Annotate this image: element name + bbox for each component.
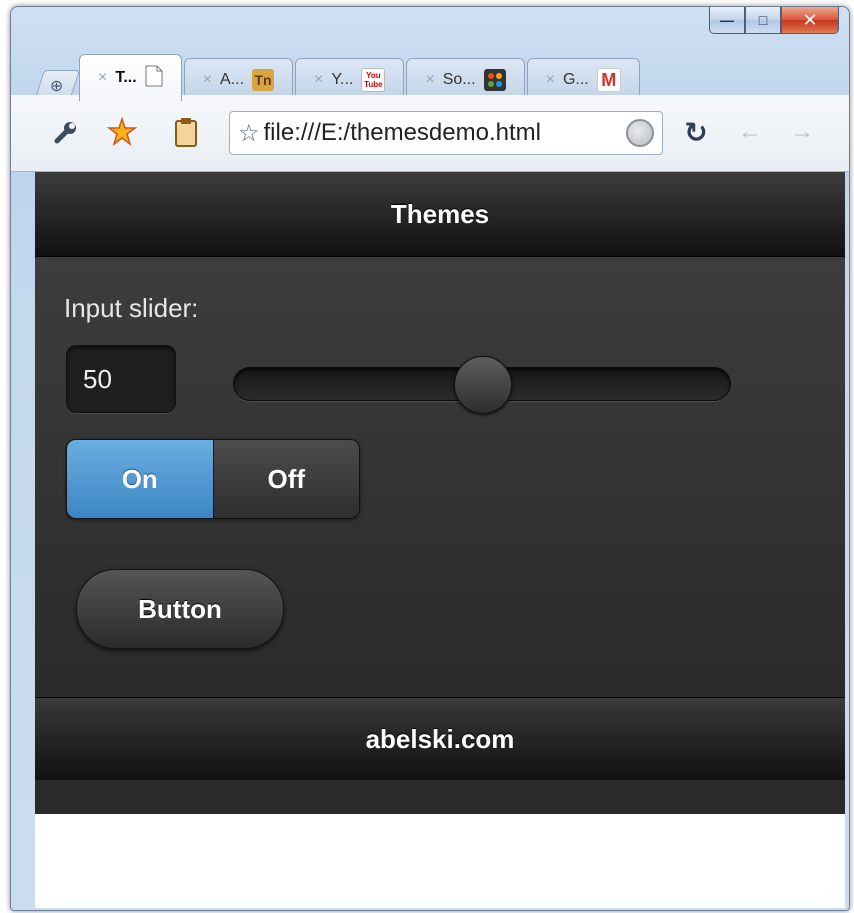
- tab-label: Y...: [331, 71, 354, 88]
- main-button[interactable]: Button: [76, 569, 284, 649]
- tab-label: G...: [562, 71, 589, 88]
- tn-favicon: Tn: [252, 69, 275, 91]
- tab-close-icon[interactable]: ×: [314, 71, 323, 89]
- page-bottom-bar: [35, 780, 845, 814]
- minimize-button[interactable]: —: [709, 7, 745, 34]
- reload-icon[interactable]: ↻: [681, 117, 711, 148]
- page-footer: abelski.com: [35, 697, 845, 780]
- page-content: Input slider: 50 On Off Button: [35, 257, 845, 697]
- tab-label: T...: [115, 69, 137, 86]
- back-arrow-icon[interactable]: ←: [735, 117, 765, 147]
- star-burst-icon[interactable]: [107, 117, 137, 147]
- tab-label: So...: [442, 71, 476, 88]
- tab-label: A...: [220, 71, 245, 88]
- slider-value-input[interactable]: 50: [66, 345, 176, 413]
- forward-arrow-icon[interactable]: →: [787, 117, 817, 147]
- joomla-favicon: [483, 69, 506, 91]
- flip-off-option[interactable]: Off: [212, 440, 359, 518]
- browser-toolbar: ☆ ↻ ← →: [11, 95, 849, 172]
- tab-close-icon[interactable]: ×: [203, 71, 212, 89]
- address-input[interactable]: [263, 119, 622, 147]
- globe-icon: [626, 119, 654, 147]
- flip-on-option[interactable]: On: [67, 440, 213, 518]
- page-viewport: Themes Input slider: 50 On Off Button ab…: [35, 172, 845, 908]
- slider-track[interactable]: [233, 356, 731, 414]
- address-bar[interactable]: ☆: [229, 111, 663, 155]
- bookmark-star-icon[interactable]: ☆: [238, 119, 260, 148]
- wrench-icon[interactable]: [51, 117, 81, 147]
- window-caption-buttons: — □ ✕: [709, 7, 839, 34]
- page-title: Themes: [390, 198, 490, 229]
- tab-strip: ⊕ × T... × A... Tn × Y... You Tube × So.…: [33, 51, 642, 101]
- browser-window: — □ ✕ ⊕ × T... × A... Tn × Y... You Tube: [10, 6, 850, 911]
- plus-icon: ⊕: [50, 78, 64, 95]
- tab-close-icon[interactable]: ×: [98, 69, 107, 87]
- close-button[interactable]: ✕: [781, 7, 839, 34]
- gmail-favicon-text: M: [601, 69, 617, 90]
- page-icon: [145, 65, 163, 92]
- gmail-favicon: M: [596, 68, 621, 92]
- tab-themes[interactable]: × T...: [79, 54, 182, 101]
- clipboard-icon[interactable]: [171, 117, 201, 147]
- slider-label: Input slider:: [64, 293, 199, 323]
- youtube-favicon-text: You Tube: [364, 71, 383, 89]
- slider-handle[interactable]: [454, 356, 512, 414]
- youtube-favicon: You Tube: [361, 68, 386, 92]
- tab-close-icon[interactable]: ×: [425, 71, 434, 89]
- tab-close-icon[interactable]: ×: [546, 71, 555, 89]
- footer-text: abelski.com: [365, 723, 515, 754]
- maximize-button[interactable]: □: [745, 7, 781, 34]
- page-header: Themes: [35, 172, 845, 257]
- flip-switch[interactable]: On Off: [66, 439, 360, 519]
